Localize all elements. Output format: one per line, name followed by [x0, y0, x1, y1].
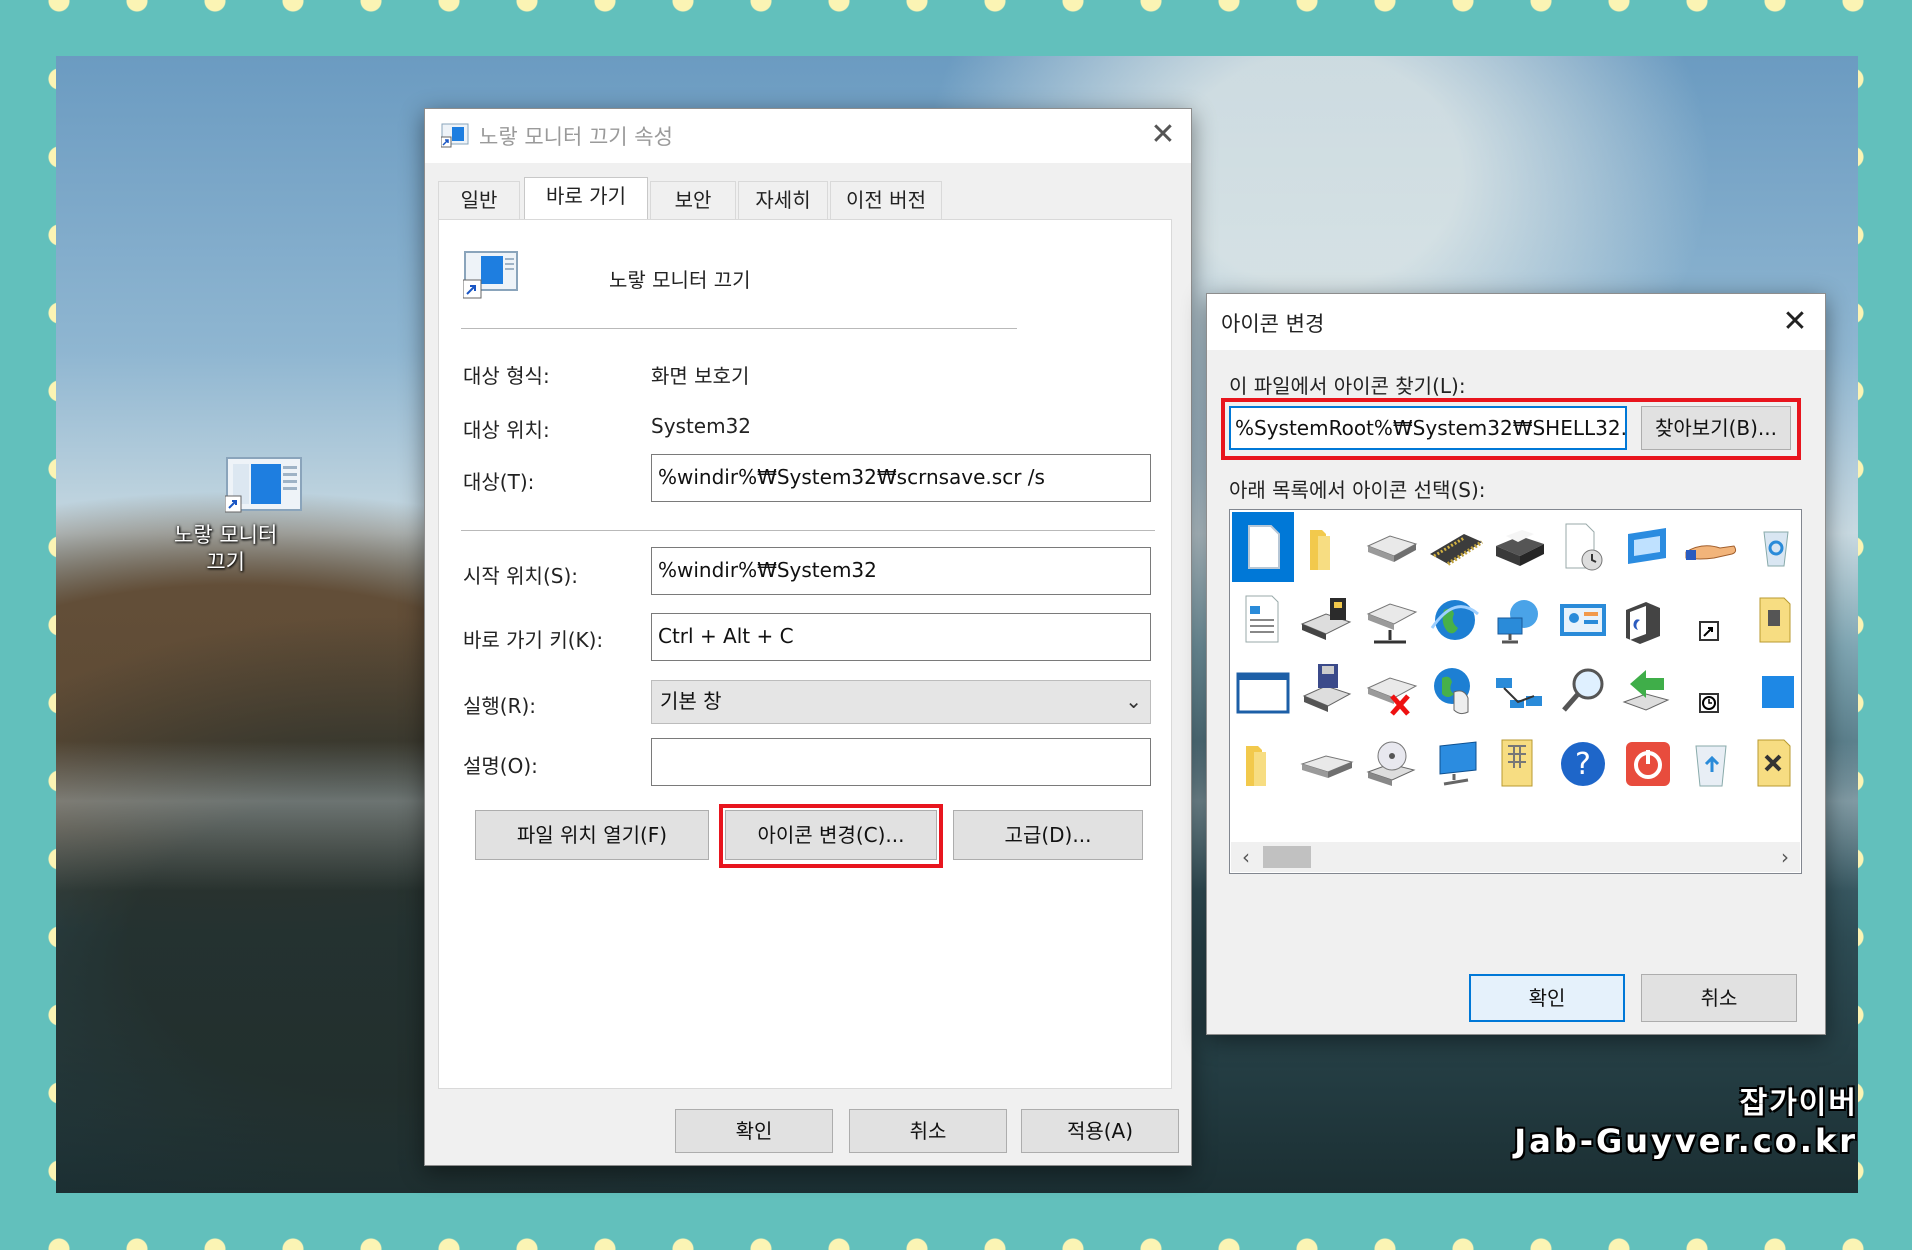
desktop-label-line1: 노랗 모니터 — [174, 523, 278, 547]
folder-small-icon[interactable] — [1232, 728, 1294, 798]
recycle-icon[interactable] — [1744, 512, 1801, 582]
printer-icon[interactable] — [1488, 512, 1550, 582]
shortcut-key-label: 바로 가기 키(K): — [463, 628, 604, 652]
icon-grid[interactable]: ? ‹ › — [1229, 509, 1802, 874]
comment-label: 설명(O): — [463, 754, 538, 778]
target-field[interactable]: %windir%₩System32₩scrnsave.scr /s — [651, 454, 1151, 502]
blank-document-icon[interactable] — [1232, 512, 1294, 582]
pc-drive-icon[interactable] — [1296, 584, 1358, 654]
document-clock-icon[interactable] — [1552, 512, 1614, 582]
desktop-shortcut-label: 노랗 모니터 끄기 — [174, 522, 277, 576]
monitor-window-icon[interactable] — [1616, 512, 1678, 582]
change-icon-titlebar: 아이콘 변경 ✕ — [1207, 294, 1825, 350]
run-label: 실행(R): — [463, 694, 537, 718]
folder-grid-icon[interactable] — [1488, 728, 1550, 798]
divider — [461, 530, 1155, 531]
blue-square-icon[interactable] — [1744, 656, 1801, 726]
ok-button[interactable]: 확인 — [675, 1109, 833, 1153]
scrollbar-thumb[interactable] — [1263, 846, 1311, 868]
window-icon[interactable] — [1232, 656, 1294, 726]
floppy-icon[interactable] — [1296, 656, 1358, 726]
comment-field[interactable] — [651, 738, 1151, 786]
look-in-highlight — [1221, 398, 1801, 460]
tab-details[interactable]: 자세히 — [738, 181, 828, 219]
network-drive-icon[interactable] — [1360, 584, 1422, 654]
watermark-korean: 잡가이버 — [1739, 1086, 1858, 1121]
folder-icon[interactable] — [1296, 512, 1358, 582]
watermark-url: Jab-Guyver.co.kr — [1514, 1122, 1858, 1160]
globe-icon[interactable] — [1424, 584, 1486, 654]
target-type-value: 화면 보호기 — [651, 364, 750, 388]
look-in-label: 이 파일에서 아이콘 찾기(L): — [1229, 374, 1466, 398]
shortcut-key-field[interactable]: Ctrl + Alt + C — [651, 613, 1151, 661]
flat-drive-icon[interactable] — [1296, 728, 1358, 798]
properties-title: 노랗 모니터 끄기 속성 — [479, 125, 673, 149]
green-arrow-icon[interactable] — [1616, 656, 1678, 726]
target-label: 대상(T): — [463, 470, 535, 494]
globe-mouse-icon[interactable] — [1424, 656, 1486, 726]
select-icon-label: 아래 목록에서 아이콘 선택(S): — [1229, 478, 1486, 502]
start-in-field[interactable]: %windir%₩System32 — [651, 547, 1151, 595]
control-panel-icon[interactable] — [1552, 584, 1614, 654]
tab-general[interactable]: 일반 — [438, 181, 520, 219]
shortcut-name: 노랗 모니터 끄기 — [609, 268, 751, 292]
target-location-label: 대상 위치: — [463, 418, 550, 442]
tab-previous-versions[interactable]: 이전 버전 — [830, 181, 942, 219]
shortcut-arrow-icon[interactable] — [1680, 584, 1742, 654]
change-icon-title: 아이콘 변경 — [1221, 312, 1325, 336]
computer-icon[interactable] — [1424, 728, 1486, 798]
tab-shortcut[interactable]: 바로 가기 — [524, 177, 648, 219]
moon-drive-icon[interactable] — [1616, 584, 1678, 654]
search-icon[interactable] — [1552, 656, 1614, 726]
open-file-location-button[interactable]: 파일 위치 열기(F) — [475, 810, 709, 860]
network-icon[interactable] — [1488, 656, 1550, 726]
power-icon[interactable] — [1616, 728, 1678, 798]
tools-icon[interactable] — [1744, 728, 1801, 798]
apply-button[interactable]: 적용(A) — [1021, 1109, 1179, 1153]
cd-drive-icon[interactable] — [1360, 728, 1422, 798]
scroll-right-icon[interactable]: › — [1770, 842, 1800, 872]
network-globe-icon[interactable] — [1488, 584, 1550, 654]
clock-overlay-icon[interactable] — [1680, 656, 1742, 726]
target-type-label: 대상 형식: — [463, 364, 550, 388]
close-icon[interactable]: ✕ — [1777, 304, 1813, 340]
desktop-label-line2: 끄기 — [206, 550, 245, 574]
shortcut-large-icon — [462, 250, 519, 304]
icon-cancel-button[interactable]: 취소 — [1641, 974, 1797, 1022]
run-select[interactable]: 기본 창 ⌄ — [651, 680, 1151, 724]
recycle-bin-icon[interactable] — [1680, 728, 1742, 798]
close-icon[interactable]: ✕ — [1145, 117, 1181, 153]
help-icon[interactable]: ? — [1552, 728, 1614, 798]
run-select-value: 기본 창 — [660, 689, 722, 713]
properties-dialog: 노랗 모니터 끄기 속성 ✕ 일반 바로 가기 보안 자세히 이전 버전 노랗 … — [424, 108, 1192, 1166]
horizontal-scrollbar[interactable]: ‹ › — [1231, 842, 1800, 872]
properties-titlebar: 노랗 모니터 끄기 속성 ✕ — [425, 109, 1191, 163]
svg-text:?: ? — [1575, 747, 1591, 782]
tab-security[interactable]: 보안 — [650, 181, 736, 219]
scroll-left-icon[interactable]: ‹ — [1231, 842, 1261, 872]
shortcut-tab-panel: 노랗 모니터 끄기 대상 형식: 화면 보호기 대상 위치: System32 … — [438, 219, 1172, 1089]
memory-chip-icon[interactable] — [1424, 512, 1486, 582]
start-in-label: 시작 위치(S): — [463, 564, 578, 588]
drive-icon[interactable] — [1360, 512, 1422, 582]
app-icon — [440, 123, 469, 153]
hand-icon[interactable] — [1680, 512, 1742, 582]
text-document-icon[interactable] — [1232, 584, 1294, 654]
icon-ok-button[interactable]: 확인 — [1469, 974, 1625, 1022]
advanced-button[interactable]: 고급(D)... — [953, 810, 1143, 860]
target-location-value: System32 — [651, 414, 752, 438]
document-yellow-icon[interactable] — [1744, 584, 1801, 654]
disconnected-drive-icon[interactable] — [1360, 656, 1422, 726]
chevron-down-icon: ⌄ — [1125, 689, 1142, 713]
shortcut-monitor-icon — [224, 456, 303, 514]
desktop-shortcut[interactable]: 노랗 모니터 끄기 — [174, 456, 354, 574]
cancel-button[interactable]: 취소 — [849, 1109, 1007, 1153]
watermark: 잡가이버 Jab-Guyver.co.kr — [1514, 1078, 1858, 1160]
change-icon-dialog: 아이콘 변경 ✕ 이 파일에서 아이콘 찾기(L): %SystemRoot%₩… — [1206, 293, 1826, 1035]
change-icon-highlight — [719, 804, 943, 868]
divider — [461, 328, 1017, 329]
